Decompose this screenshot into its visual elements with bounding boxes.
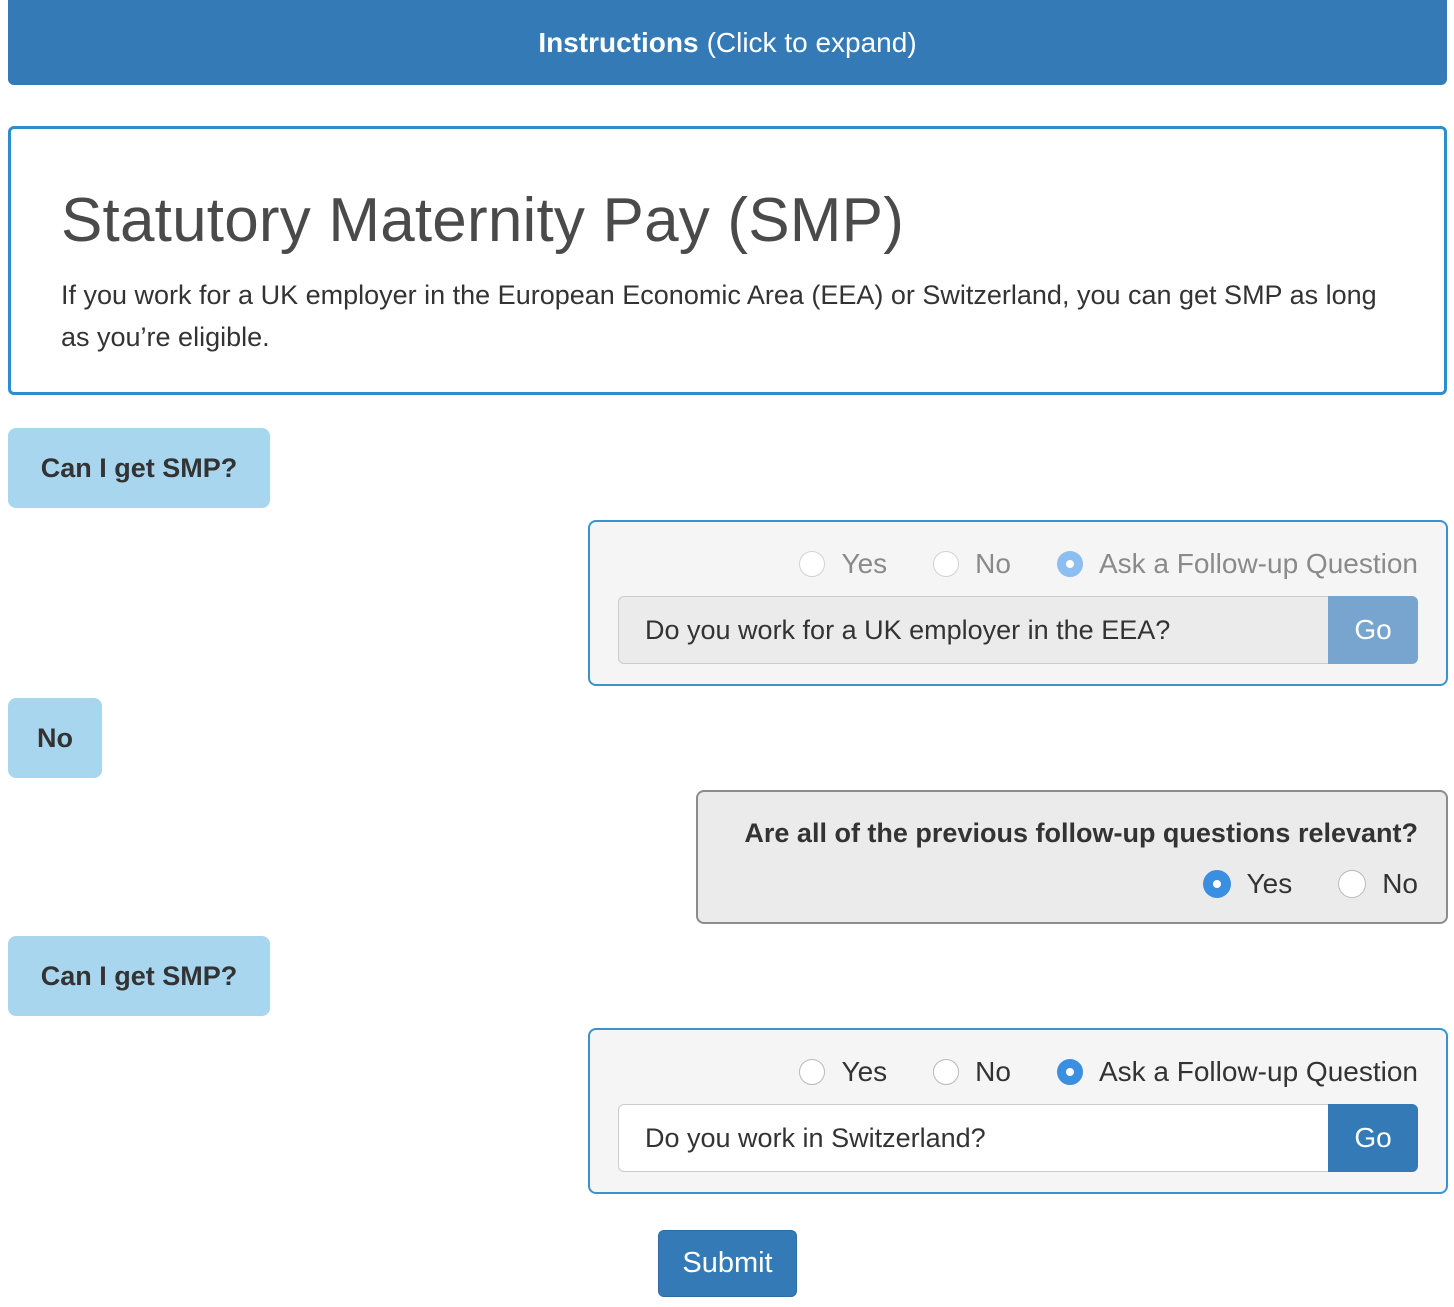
radio-checked-icon xyxy=(1056,1059,1083,1085)
intro-panel: Statutory Maternity Pay (SMP) If you wor… xyxy=(8,126,1447,395)
follow-up-question-input[interactable]: Do you work in Switzerland? xyxy=(618,1104,1328,1172)
response-options: Yes No Ask a Follow-up Question xyxy=(799,1056,1418,1088)
relevance-options: Yes No xyxy=(1202,868,1418,900)
user-message: Can I get SMP? xyxy=(8,428,270,508)
option-label: No xyxy=(975,1056,1011,1087)
submit-button[interactable]: Submit xyxy=(658,1230,797,1297)
user-message: No xyxy=(8,698,102,778)
option-label: Yes xyxy=(841,1056,888,1087)
radio-checked-icon xyxy=(1202,870,1231,898)
option-label: No xyxy=(1382,868,1418,899)
instructions-hint: (Click to expand) xyxy=(706,26,917,58)
radio-icon xyxy=(799,1059,826,1085)
relevance-yes-radio[interactable]: Yes xyxy=(1202,868,1293,900)
option-label: Yes xyxy=(1246,868,1293,899)
follow-up-input-group: Do you work for a UK employer in the EEA… xyxy=(618,596,1418,664)
follow-up-question-input[interactable]: Do you work for a UK employer in the EEA… xyxy=(618,596,1328,664)
go-button[interactable]: Go xyxy=(1328,1104,1418,1172)
relevance-panel: Are all of the previous follow-up questi… xyxy=(696,790,1448,924)
intro-text: If you work for a UK employer in the Eur… xyxy=(61,280,1377,352)
radio-checked-icon xyxy=(1056,551,1083,577)
instructions-toggle[interactable]: Instructions (Click to expand) xyxy=(8,0,1447,85)
option-follow-up-radio[interactable]: Ask a Follow-up Question xyxy=(1056,548,1418,580)
relevance-question: Are all of the previous follow-up questi… xyxy=(744,818,1418,848)
option-label: No xyxy=(975,548,1011,579)
option-label: Yes xyxy=(841,548,888,579)
option-follow-up-radio[interactable]: Ask a Follow-up Question xyxy=(1056,1056,1418,1088)
instructions-label: Instructions xyxy=(538,26,699,58)
page-title: Statutory Maternity Pay (SMP) xyxy=(61,186,905,255)
radio-icon xyxy=(1338,870,1367,898)
option-label: Ask a Follow-up Question xyxy=(1098,1056,1418,1087)
user-message: Can I get SMP? xyxy=(8,936,270,1016)
option-yes-radio[interactable]: Yes xyxy=(799,1056,887,1088)
follow-up-input-group: Do you work in Switzerland? Go xyxy=(618,1104,1418,1172)
radio-icon xyxy=(933,1059,960,1085)
response-panel: Yes No Ask a Follow-up Question Do you w… xyxy=(588,520,1448,686)
relevance-no-radio[interactable]: No xyxy=(1338,868,1418,900)
option-no-radio[interactable]: No xyxy=(933,1056,1011,1088)
radio-icon xyxy=(799,551,826,577)
response-options: Yes No Ask a Follow-up Question xyxy=(799,548,1418,580)
radio-icon xyxy=(933,551,960,577)
option-no-radio[interactable]: No xyxy=(933,548,1011,580)
option-label: Ask a Follow-up Question xyxy=(1098,548,1418,579)
go-button[interactable]: Go xyxy=(1328,596,1418,664)
option-yes-radio[interactable]: Yes xyxy=(799,548,887,580)
response-panel: Yes No Ask a Follow-up Question Do you w… xyxy=(588,1028,1448,1194)
